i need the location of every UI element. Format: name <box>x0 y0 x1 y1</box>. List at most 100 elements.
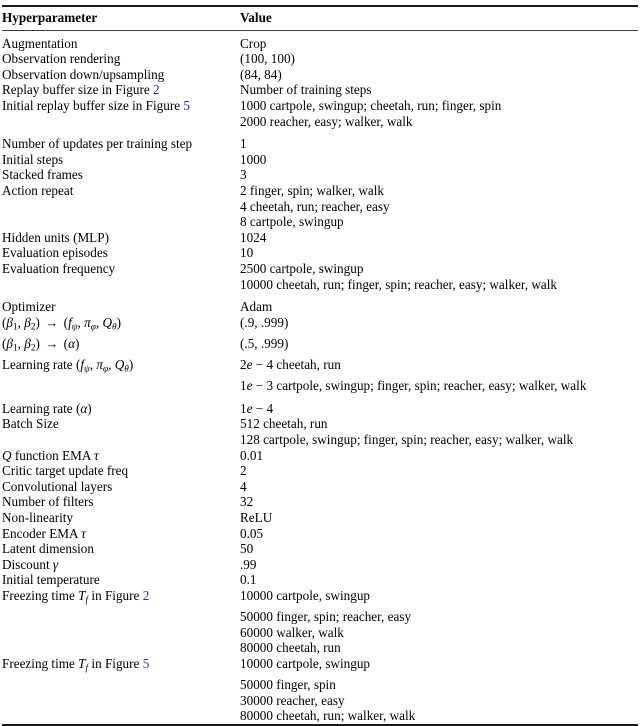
hyperparameter-value-cell: 2500 cartpole, swingup <box>240 260 364 276</box>
hyperparameter-name-cell <box>2 432 240 448</box>
table-row: 10000 cheetah, run; finger, spin; reache… <box>2 277 638 293</box>
table-row: Latent dimension 50 <box>2 541 638 557</box>
table-row: 80000 cheetah, run; walker, walk <box>2 708 638 724</box>
table-header: Hyperparameter Value <box>2 7 638 30</box>
hyperparameter-value-cell: 2000 reacher, easy; walker, walk <box>240 113 413 129</box>
hyperparameter-name-cell: Augmentation <box>2 35 78 51</box>
hyperparameter-value-cell: Adam <box>240 299 273 315</box>
hyperparameter-name-cell <box>2 114 240 130</box>
table-row: 8 cartpole, swingup <box>2 214 638 230</box>
hyperparameter-name-cell <box>2 214 240 230</box>
table-header-row: Hyperparameter Value <box>2 7 638 30</box>
hyperparameter-name-cell: Action repeat <box>2 182 74 198</box>
hyperparameter-value-cell: 80000 cheetah, run; walker, walk <box>240 708 416 724</box>
hyperparameter-name-cell: Initial steps <box>2 151 64 167</box>
table-row: Non-linearity ReLU <box>2 510 638 526</box>
hyperparameter-name-cell: Q function EMA τ <box>2 447 99 463</box>
hyperparameter-name-cell <box>2 378 240 394</box>
table-row-spacer <box>2 292 638 299</box>
hyperparameter-value-cell: 2 finger, spin; walker, walk <box>240 182 384 198</box>
hyperparameter-value-cell: 0.01 <box>240 447 264 463</box>
hyperparameter-name-cell <box>2 277 240 293</box>
hyperparameter-value-cell: 30000 reacher, easy <box>240 692 345 708</box>
hyperparameter-name-cell: Latent dimension <box>2 541 94 557</box>
table-row: Hidden units (MLP) 1024 <box>2 230 638 246</box>
hyperparameter-value-cell: (.5, .999) <box>240 335 289 351</box>
table-row: 50000 finger, spin <box>2 677 638 693</box>
hyperparameter-value-cell: 4 <box>240 478 247 494</box>
hyperparameter-name-cell: Number of updates per training step <box>2 136 193 152</box>
hyperparameter-value-cell: 1e − 3 cartpole, swingup; finger, spin; … <box>240 378 587 394</box>
figure-reference-link[interactable]: 2 <box>153 82 160 97</box>
hyperparameter-value-cell: 0.05 <box>240 525 264 541</box>
hyperparameter-value-cell: 50000 finger, spin; reacher, easy <box>240 609 412 625</box>
hyperparameter-value-cell: 512 cheetah, run <box>240 416 328 432</box>
hyperparameter-value-cell: 80000 cheetah, run <box>240 640 341 656</box>
figure-reference-link[interactable]: 2 <box>143 588 150 603</box>
hyperparameter-value-cell: 10000 cheetah, run; finger, spin; reache… <box>240 276 557 292</box>
hyperparameter-name-cell: Observation down/upsampling <box>2 66 165 82</box>
hyperparameter-value-cell: 1024 <box>240 229 267 245</box>
table-row: 4 cheetah, run; reacher, easy <box>2 199 638 215</box>
hyperparameter-value-cell: Number of training steps <box>240 82 372 98</box>
hyperparameter-name-cell: Encoder EMA τ <box>2 525 86 541</box>
table-row-spacer-cell <box>2 394 638 401</box>
hyperparameter-value-cell: 1000 <box>240 151 267 167</box>
table-row: Stacked frames 3 <box>2 167 638 183</box>
table-row: 128 cartpole, swingup; finger, spin; rea… <box>2 432 638 448</box>
table-row: 50000 finger, spin; reacher, easy <box>2 609 638 625</box>
table-row: Initial steps 1000 <box>2 152 638 168</box>
hyperparameter-name-cell: Learning rate (α) <box>2 400 92 416</box>
hyperparameter-value-cell: 10 <box>240 245 254 261</box>
hyperparameter-value-cell: 1000 cartpole, swingup; cheetah, run; fi… <box>240 97 502 113</box>
table-row-spacer-cell <box>2 129 638 136</box>
table-row: 80000 cheetah, run <box>2 640 638 656</box>
table-row: 60000 walker, walk <box>2 625 638 641</box>
table-row: Critic target update freq 2 <box>2 463 638 479</box>
table-row: 30000 reacher, easy <box>2 693 638 709</box>
hyperparameter-name-cell <box>2 640 240 656</box>
table-row: Q function EMA τ 0.01 <box>2 448 638 464</box>
hyperparameter-value-cell: 32 <box>240 494 254 510</box>
hyperparameter-name-cell: Stacked frames <box>2 167 83 183</box>
table-row: Optimizer Adam <box>2 299 638 315</box>
hyperparameter-value-cell: 4 cheetah, run; reacher, easy <box>240 198 390 214</box>
hyperparameter-name-cell: Evaluation episodes <box>2 245 108 261</box>
hyperparameter-value-cell: 0.1 <box>240 572 257 588</box>
hyperparameter-name-cell: Evaluation frequency <box>2 260 116 276</box>
hyperparameter-name-cell: Freezing time Tf in Figure 2 <box>2 587 150 606</box>
hyperparameter-value-cell: 8 cartpole, swingup <box>240 214 344 230</box>
hyperparameter-value-cell: 50000 finger, spin <box>240 677 336 693</box>
hyperparameter-name-cell <box>2 609 240 625</box>
figure-reference-link[interactable]: 5 <box>183 98 190 113</box>
table-row: (β1, β2) → (fψ, πφ, Qθ) (.9, .999) <box>2 315 638 336</box>
table-row: Freezing time Tf in Figure 2 10000 cartpo… <box>2 588 638 609</box>
hyperparameter-value-cell: 50 <box>240 541 254 557</box>
hyperparameter-value-cell: Crop <box>240 35 267 51</box>
hyperparameter-value-cell: 128 cartpole, swingup; finger, spin; rea… <box>240 432 574 448</box>
hyperparameter-name-cell: Batch Size <box>2 416 59 432</box>
hyperparameter-name-cell: Initial replay buffer size in Figure 5 <box>2 97 190 113</box>
table-row: Replay buffer size in Figure 2 Number of … <box>2 82 638 98</box>
hyperparameter-value-cell: ReLU <box>240 510 273 525</box>
hyperparameter-value-cell: 60000 walker, walk <box>240 624 344 640</box>
hyperparameter-name-cell: Convolutional layers <box>2 478 113 494</box>
hyperparameter-name-cell <box>2 199 240 215</box>
hyperparameter-name-cell <box>2 625 240 641</box>
hyperparameter-value-cell: 1 <box>240 136 247 152</box>
table-row: Batch Size 512 cheetah, run <box>2 416 638 432</box>
hyperparameter-name-cell: Discount γ <box>2 556 59 572</box>
hyperparameter-name-cell: Critic target update freq <box>2 463 129 479</box>
hyperparameter-table: Hyperparameter Value Augmentation Crop Obs… <box>2 7 638 724</box>
hyperparameter-name-cell: Non-linearity <box>2 510 74 525</box>
hyperparameter-name-cell: Observation rendering <box>2 51 121 67</box>
column-header-hyperparameter: Hyperparameter <box>2 10 98 25</box>
figure-reference-link[interactable]: 5 <box>143 656 150 671</box>
table-row: Initial temperature 0.1 <box>2 572 638 588</box>
table-row: Encoder EMA τ 0.05 <box>2 526 638 542</box>
table-row: Number of updates per training step 1 <box>2 136 638 152</box>
table-row: Evaluation episodes 10 <box>2 245 638 261</box>
table-row: Augmentation Crop <box>2 36 638 52</box>
hyperparameter-value-cell: 2 <box>240 463 247 479</box>
table-row: Evaluation frequency 2500 cartpole, swing… <box>2 261 638 277</box>
